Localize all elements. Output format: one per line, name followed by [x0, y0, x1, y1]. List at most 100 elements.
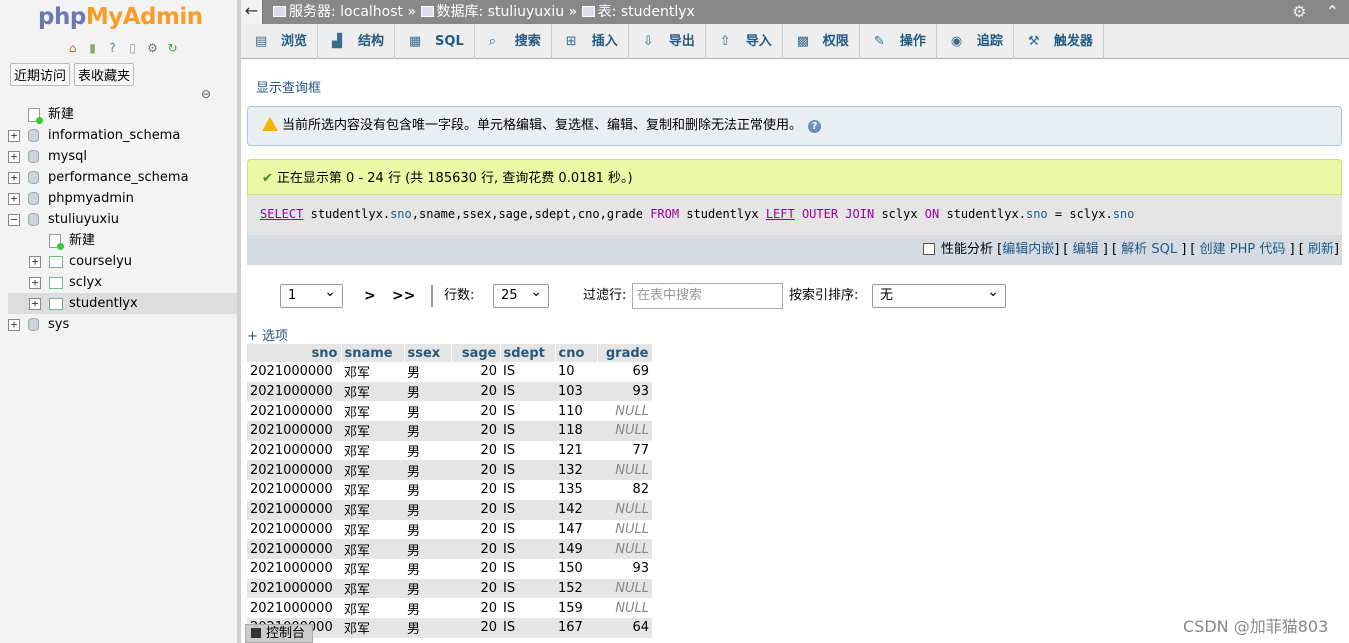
- cell-grade[interactable]: NULL: [597, 401, 652, 422]
- cell-grade[interactable]: NULL: [597, 421, 652, 441]
- cell-sname[interactable]: 邓军: [341, 381, 404, 402]
- tree-item-label[interactable]: stuliuyuxiu: [48, 209, 119, 230]
- column-header-sname[interactable]: sname: [341, 344, 405, 362]
- cell-ssex[interactable]: 男: [404, 558, 451, 579]
- expand-icon[interactable]: +: [29, 298, 41, 310]
- cell-sdept[interactable]: IS: [500, 381, 555, 402]
- cell-cno[interactable]: 149: [555, 539, 597, 559]
- cell-cno[interactable]: 110: [555, 401, 597, 422]
- cell-sdept[interactable]: IS: [500, 440, 555, 461]
- rows-select[interactable]: 25: [493, 281, 549, 308]
- collapse-nav-button[interactable]: ←: [241, 0, 263, 24]
- cell-sno[interactable]: 2021000000: [247, 362, 341, 382]
- cell-sno[interactable]: 2021000000: [247, 421, 341, 441]
- tree-item-database[interactable]: + performance_schema: [8, 167, 237, 188]
- cell-ssex[interactable]: 男: [404, 598, 451, 618]
- gear-icon[interactable]: ⚙: [1292, 2, 1306, 21]
- tree-item-table[interactable]: + studentlyx: [8, 293, 237, 314]
- table-row[interactable]: 2021000000 邓军男 20 IS 118 NULL: [247, 421, 652, 441]
- console-toggle[interactable]: 控制台: [245, 624, 313, 643]
- cell-grade[interactable]: 93: [597, 381, 652, 402]
- tab-export[interactable]: ⇩ 导出: [629, 24, 706, 59]
- cell-ssex[interactable]: 男: [404, 578, 451, 599]
- cell-grade[interactable]: NULL: [597, 539, 652, 559]
- cell-ssex[interactable]: 男: [404, 421, 451, 441]
- cell-grade[interactable]: 82: [597, 480, 652, 500]
- cell-sname[interactable]: 邓军: [341, 519, 404, 540]
- tab-insert[interactable]: ⊞ 插入: [552, 24, 629, 59]
- cell-sage[interactable]: 20: [451, 401, 500, 422]
- edit-link[interactable]: 编辑: [1073, 242, 1099, 257]
- cell-ssex[interactable]: 男: [404, 499, 451, 520]
- cell-sno[interactable]: 2021000000: [247, 539, 341, 559]
- tree-item-label[interactable]: 新建: [69, 230, 95, 251]
- cell-ssex[interactable]: 男: [404, 617, 451, 638]
- cell-sno[interactable]: 2021000000: [247, 558, 341, 579]
- table-row[interactable]: 2021000000 邓军男 20 IS 159 NULL: [247, 598, 652, 618]
- tree-item-label[interactable]: sys: [48, 314, 69, 335]
- cell-sno[interactable]: 2021000000: [247, 381, 341, 402]
- create-php-code-link[interactable]: 创建 PHP 代码: [1200, 242, 1286, 257]
- tree-item-database[interactable]: − stuliuyuxiu: [8, 209, 237, 230]
- cell-sdept[interactable]: IS: [500, 362, 555, 382]
- breadcrumb-database[interactable]: 数据库: stuliuyuxiu: [437, 4, 565, 20]
- expand-icon[interactable]: +: [8, 151, 20, 163]
- cell-sdept[interactable]: IS: [500, 617, 555, 638]
- cell-sname[interactable]: 邓军: [341, 499, 404, 520]
- cell-sage[interactable]: 20: [451, 519, 500, 540]
- explain-sql-link[interactable]: 解析 SQL: [1121, 242, 1177, 257]
- cell-sname[interactable]: 邓军: [341, 558, 404, 579]
- table-row[interactable]: 2021000000 邓军男 20 IS 150 93: [247, 558, 652, 579]
- cell-sno[interactable]: 2021000000: [247, 519, 341, 540]
- table-row[interactable]: 2021000000 邓军男 20 IS 110 NULL: [247, 401, 652, 422]
- tree-item-table[interactable]: + courselyu: [8, 251, 237, 272]
- cell-cno[interactable]: 118: [555, 421, 597, 441]
- cell-sage[interactable]: 20: [451, 421, 500, 441]
- column-header-ssex[interactable]: ssex: [404, 344, 452, 362]
- cell-cno[interactable]: 150: [555, 558, 597, 579]
- cell-sdept[interactable]: IS: [500, 421, 555, 441]
- sort-select[interactable]: 无: [872, 281, 1006, 308]
- tree-item-label[interactable]: 新建: [48, 104, 74, 125]
- tree-item-new[interactable]: 新建: [8, 104, 237, 125]
- page-select[interactable]: 1: [280, 281, 343, 308]
- cell-sname[interactable]: 邓军: [341, 362, 404, 382]
- table-row[interactable]: 2021000000 邓军男 20 IS 152 NULL: [247, 578, 652, 599]
- cell-sdept[interactable]: IS: [500, 539, 555, 559]
- cell-ssex[interactable]: 男: [404, 362, 451, 382]
- cell-sno[interactable]: 2021000000: [247, 578, 341, 599]
- breadcrumb-table[interactable]: 表: studentlyx: [598, 4, 695, 20]
- expand-icon[interactable]: +: [29, 277, 41, 289]
- tab-privileges[interactable]: ▩ 权限: [783, 24, 860, 59]
- table-row[interactable]: 2021000000 邓军男 20 IS 121 77: [247, 440, 652, 461]
- cell-sage[interactable]: 20: [451, 558, 500, 579]
- cell-sdept[interactable]: IS: [500, 460, 555, 481]
- tab-sql[interactable]: ▦ SQL: [395, 24, 475, 59]
- cell-sdept[interactable]: IS: [500, 598, 555, 618]
- cell-sdept[interactable]: IS: [500, 519, 555, 540]
- options-link[interactable]: + 选项: [247, 325, 288, 344]
- column-header-sdept[interactable]: sdept: [500, 344, 556, 362]
- cell-sname[interactable]: 邓军: [341, 440, 404, 461]
- filter-input[interactable]: 在表中搜索: [632, 283, 783, 309]
- tree-item-label[interactable]: mysql: [48, 146, 87, 167]
- table-row[interactable]: 2021000000 邓军男 20 IS 135 82: [247, 480, 652, 500]
- link-icon[interactable]: ⊖: [201, 87, 211, 101]
- cell-cno[interactable]: 10: [555, 362, 597, 382]
- tab-structure[interactable]: ▟ 结构: [318, 24, 396, 59]
- last-page-button[interactable]: >>: [392, 283, 415, 309]
- tree-item-table[interactable]: + sclyx: [8, 272, 237, 293]
- cell-grade[interactable]: NULL: [597, 598, 652, 618]
- table-row[interactable]: 2021000000 邓军男 20 IS 149 NULL: [247, 539, 652, 559]
- collapse-icon[interactable]: ⌃: [1326, 2, 1339, 21]
- cell-grade[interactable]: 93: [597, 558, 652, 579]
- next-page-button[interactable]: >: [364, 283, 376, 309]
- cell-sdept[interactable]: IS: [500, 578, 555, 599]
- cell-cno[interactable]: 159: [555, 598, 597, 618]
- expand-icon[interactable]: +: [8, 130, 20, 142]
- cell-sdept[interactable]: IS: [500, 480, 555, 500]
- cell-grade[interactable]: NULL: [597, 519, 652, 540]
- cell-sage[interactable]: 20: [451, 617, 500, 638]
- phpmyadmin-logo[interactable]: phpMyAdmin: [38, 4, 203, 30]
- tree-item-label[interactable]: performance_schema: [48, 167, 189, 188]
